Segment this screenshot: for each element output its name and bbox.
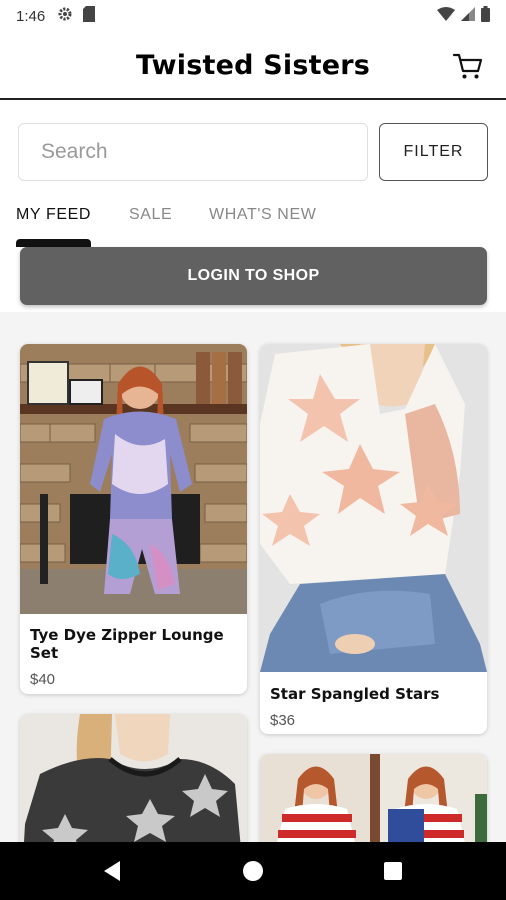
back-button[interactable] (98, 856, 128, 886)
product-image (20, 714, 247, 842)
search-input[interactable] (18, 123, 368, 181)
product-price: $36 (270, 712, 296, 729)
active-tab-indicator (16, 239, 91, 247)
app-title: Twisted Sisters (135, 49, 371, 81)
tab-my-feed[interactable]: MY FEED (16, 206, 91, 224)
signal-icon (461, 6, 475, 26)
login-to-shop-button[interactable]: LOGIN TO SHOP (20, 247, 487, 305)
recents-button[interactable] (378, 856, 408, 886)
filter-button[interactable]: FILTER (379, 123, 488, 181)
product-title: Star Spangled Stars (270, 685, 440, 703)
recents-icon (378, 862, 408, 890)
product-image (260, 754, 487, 842)
system-nav-bar (0, 842, 506, 900)
product-card[interactable]: Tye Dye Zipper Lounge Set $40 (20, 344, 247, 694)
home-button[interactable] (238, 856, 268, 886)
tab-whats-new[interactable]: WHAT'S NEW (209, 206, 316, 224)
search-row: FILTER (18, 123, 488, 181)
product-price: $40 (30, 671, 56, 688)
tab-sale[interactable]: SALE (129, 206, 172, 224)
wifi-icon (437, 6, 455, 26)
battery-icon (481, 5, 490, 27)
product-image (260, 344, 487, 672)
product-image (20, 344, 247, 614)
cart-icon (452, 53, 484, 86)
back-icon (98, 861, 128, 890)
status-time: 1:46 (16, 7, 46, 25)
sd-card-icon (83, 5, 96, 27)
settings-icon (57, 6, 73, 27)
product-feed[interactable]: Tye Dye Zipper Lounge Set $40 Star Spang… (0, 312, 506, 842)
product-title: Tye Dye Zipper Lounge Set (30, 626, 224, 662)
product-card[interactable]: Star Spangled Stars $36 (260, 344, 487, 734)
cart-button[interactable] (452, 50, 484, 82)
home-icon (238, 861, 268, 890)
feed-tabs: MY FEED SALE WHAT'S NEW (0, 196, 506, 247)
app-header: Twisted Sisters (0, 32, 506, 100)
status-bar: 1:46 (0, 0, 506, 32)
product-card[interactable] (260, 754, 487, 842)
product-card[interactable] (20, 714, 247, 842)
